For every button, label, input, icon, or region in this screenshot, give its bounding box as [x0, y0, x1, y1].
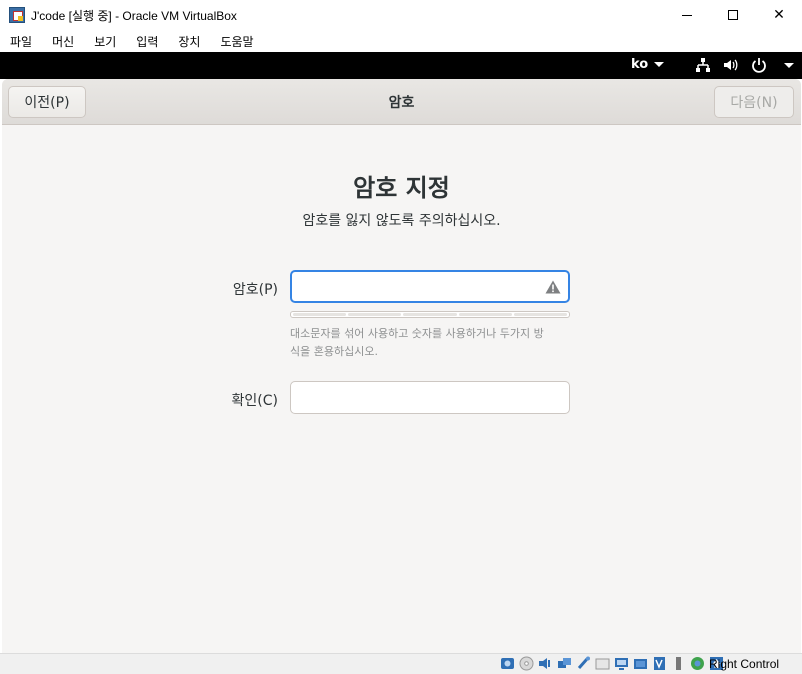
confirm-label: 확인(C) — [231, 393, 278, 409]
language-menu[interactable]: ko — [631, 57, 665, 72]
power-icon[interactable] — [750, 56, 768, 74]
hard-disk-icon[interactable] — [500, 656, 515, 671]
menu-machine[interactable]: 머신 — [46, 33, 80, 50]
host-statusbar: Right Control — [0, 653, 802, 674]
installer-window: 이전(P) 암호 다음(N) 암호 지정 암호를 잃지 않도록 주의하십시오. … — [2, 79, 801, 653]
page-subheading: 암호를 잃지 않도록 주의하십시오. — [302, 213, 501, 229]
password-hint-line: 대소문자를 섞어 사용하고 숫자를 사용하거나 두가지 방 — [290, 327, 544, 340]
cpu-icon[interactable] — [671, 656, 686, 671]
password-strength-bar — [290, 311, 570, 318]
network-icon[interactable] — [694, 56, 712, 74]
strength-segment — [513, 313, 568, 316]
menu-devices[interactable]: 장치 — [172, 33, 206, 50]
password-hint-line: 식을 혼용하십시오. — [290, 345, 378, 358]
usb-icon[interactable] — [576, 656, 591, 671]
page-title: 암호 — [388, 95, 415, 111]
chevron-down-icon[interactable] — [784, 62, 794, 68]
menu-help[interactable]: 도움말 — [214, 33, 259, 50]
password-hint: 대소문자를 섞어 사용하고 숫자를 사용하거나 두가지 방 식을 혼용하십시오. — [290, 325, 580, 361]
close-icon: ✕ — [773, 7, 785, 23]
host-menubar: 파일 머신 보기 입력 장치 도움말 — [0, 30, 802, 52]
minimize-icon — [682, 14, 692, 16]
system-status-icons — [694, 56, 794, 74]
page-heading: 암호 지정 — [353, 174, 450, 202]
password-label: 암호(P) — [232, 282, 278, 298]
warning-icon — [545, 280, 561, 294]
strength-segment — [458, 313, 512, 316]
maximize-button[interactable] — [710, 0, 756, 30]
menu-view[interactable]: 보기 — [88, 33, 122, 50]
strength-segment — [293, 313, 347, 316]
globe-icon[interactable] — [690, 656, 705, 671]
virtualization-icon[interactable] — [652, 656, 667, 671]
volume-icon[interactable] — [722, 56, 740, 74]
guest-top-panel: ko — [0, 52, 802, 79]
virtualbox-icon — [9, 7, 25, 23]
headerbar: 이전(P) 암호 다음(N) — [2, 79, 801, 125]
network-adapter-icon[interactable] — [557, 656, 572, 671]
optical-drive-icon[interactable] — [519, 656, 534, 671]
password-input[interactable] — [290, 270, 570, 303]
audio-icon[interactable] — [538, 656, 553, 671]
host-titlebar: J'code [실행 중] - Oracle VM VirtualBox ✕ — [0, 0, 802, 30]
window-title: J'code [실행 중] - Oracle VM VirtualBox — [31, 8, 237, 23]
window-controls: ✕ — [664, 0, 802, 30]
display-icon[interactable] — [614, 656, 629, 671]
host-key-label: Right Control — [709, 657, 780, 671]
menu-input[interactable]: 입력 — [130, 33, 164, 50]
strength-segment — [403, 313, 457, 316]
menu-file[interactable]: 파일 — [4, 33, 38, 50]
language-label: ko — [631, 57, 649, 72]
recording-icon[interactable] — [633, 656, 648, 671]
next-button[interactable]: 다음(N) — [714, 86, 794, 118]
minimize-button[interactable] — [664, 0, 710, 30]
strength-segment — [348, 313, 402, 316]
maximize-icon — [728, 10, 738, 20]
shared-folder-icon[interactable] — [595, 656, 610, 671]
close-button[interactable]: ✕ — [756, 0, 802, 30]
chevron-down-icon — [654, 62, 665, 67]
device-status-icons — [500, 656, 728, 671]
confirm-input[interactable] — [290, 381, 570, 414]
